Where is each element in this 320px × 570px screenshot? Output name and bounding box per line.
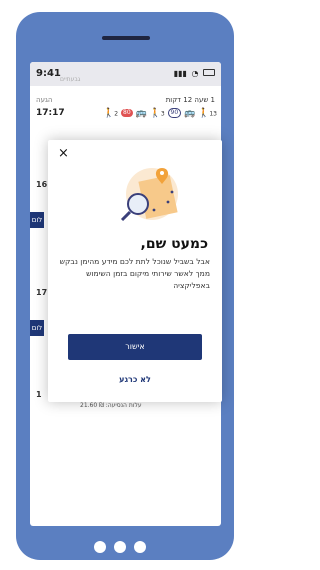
bus-badge: 80: [121, 109, 133, 117]
walk-minutes: 3: [160, 110, 165, 118]
arrival-label: הגעה: [36, 96, 53, 104]
dot: [134, 541, 146, 553]
trip-duration: 1 שעה 12 דקות: [165, 96, 215, 104]
map-search-illustration: [120, 168, 178, 222]
phone-speaker: [102, 36, 150, 40]
walk-minutes: 2: [114, 110, 119, 118]
map-label: גבעתיים: [60, 76, 81, 83]
background-row-time: 16: [36, 180, 48, 189]
fare-label: עלות הנסיעה: ₪ 21.60: [80, 402, 142, 409]
home-indicator: [94, 538, 154, 557]
background-tab: לום: [30, 320, 44, 336]
status-time: 9:41: [36, 68, 61, 79]
route-icons: 🚶2 80 🚌 🚶3 90 🚌 🚶13: [103, 108, 217, 119]
wifi-icon: ◔: [191, 69, 199, 78]
not-now-button[interactable]: לא כרגע: [68, 370, 202, 390]
location-permission-dialog: × כמעט שם, אבל בשביל שנוכל לתת לכם מידע …: [48, 140, 222, 402]
dialog-title: כמעט שם,: [140, 236, 208, 252]
arrival-time: 17:17: [36, 108, 65, 118]
bus-badge: 90: [167, 108, 182, 118]
bus-icon: 🚌: [184, 108, 196, 119]
close-icon[interactable]: ×: [58, 146, 69, 161]
background-tab: לום: [30, 212, 44, 228]
background-row-time: 1: [36, 390, 42, 399]
walk-icon: 🚶: [198, 108, 210, 119]
status-icons: ▮▮▮ ◔: [172, 69, 215, 78]
dot: [114, 541, 126, 553]
status-bar: 9:41 גבעתיים ▮▮▮ ◔: [30, 62, 221, 86]
trip-summary[interactable]: הגעה 17:17 1 שעה 12 דקות 🚶2 80 🚌 🚶3 90 🚌…: [30, 92, 221, 132]
dialog-body: אבל בשביל שנוכל לתת לכם מידע מהימן נבקש …: [59, 257, 210, 290]
signal-icon: ▮▮▮: [173, 69, 187, 78]
walk-icon: 🚶: [103, 108, 115, 119]
bus-icon: 🚌: [135, 108, 147, 119]
background-row-time: 17: [36, 288, 48, 297]
confirm-button[interactable]: אישור: [68, 334, 202, 360]
walk-minutes: 13: [209, 110, 217, 118]
battery-icon: [203, 69, 215, 76]
dot: [94, 541, 106, 553]
walk-icon: 🚶: [149, 108, 161, 119]
